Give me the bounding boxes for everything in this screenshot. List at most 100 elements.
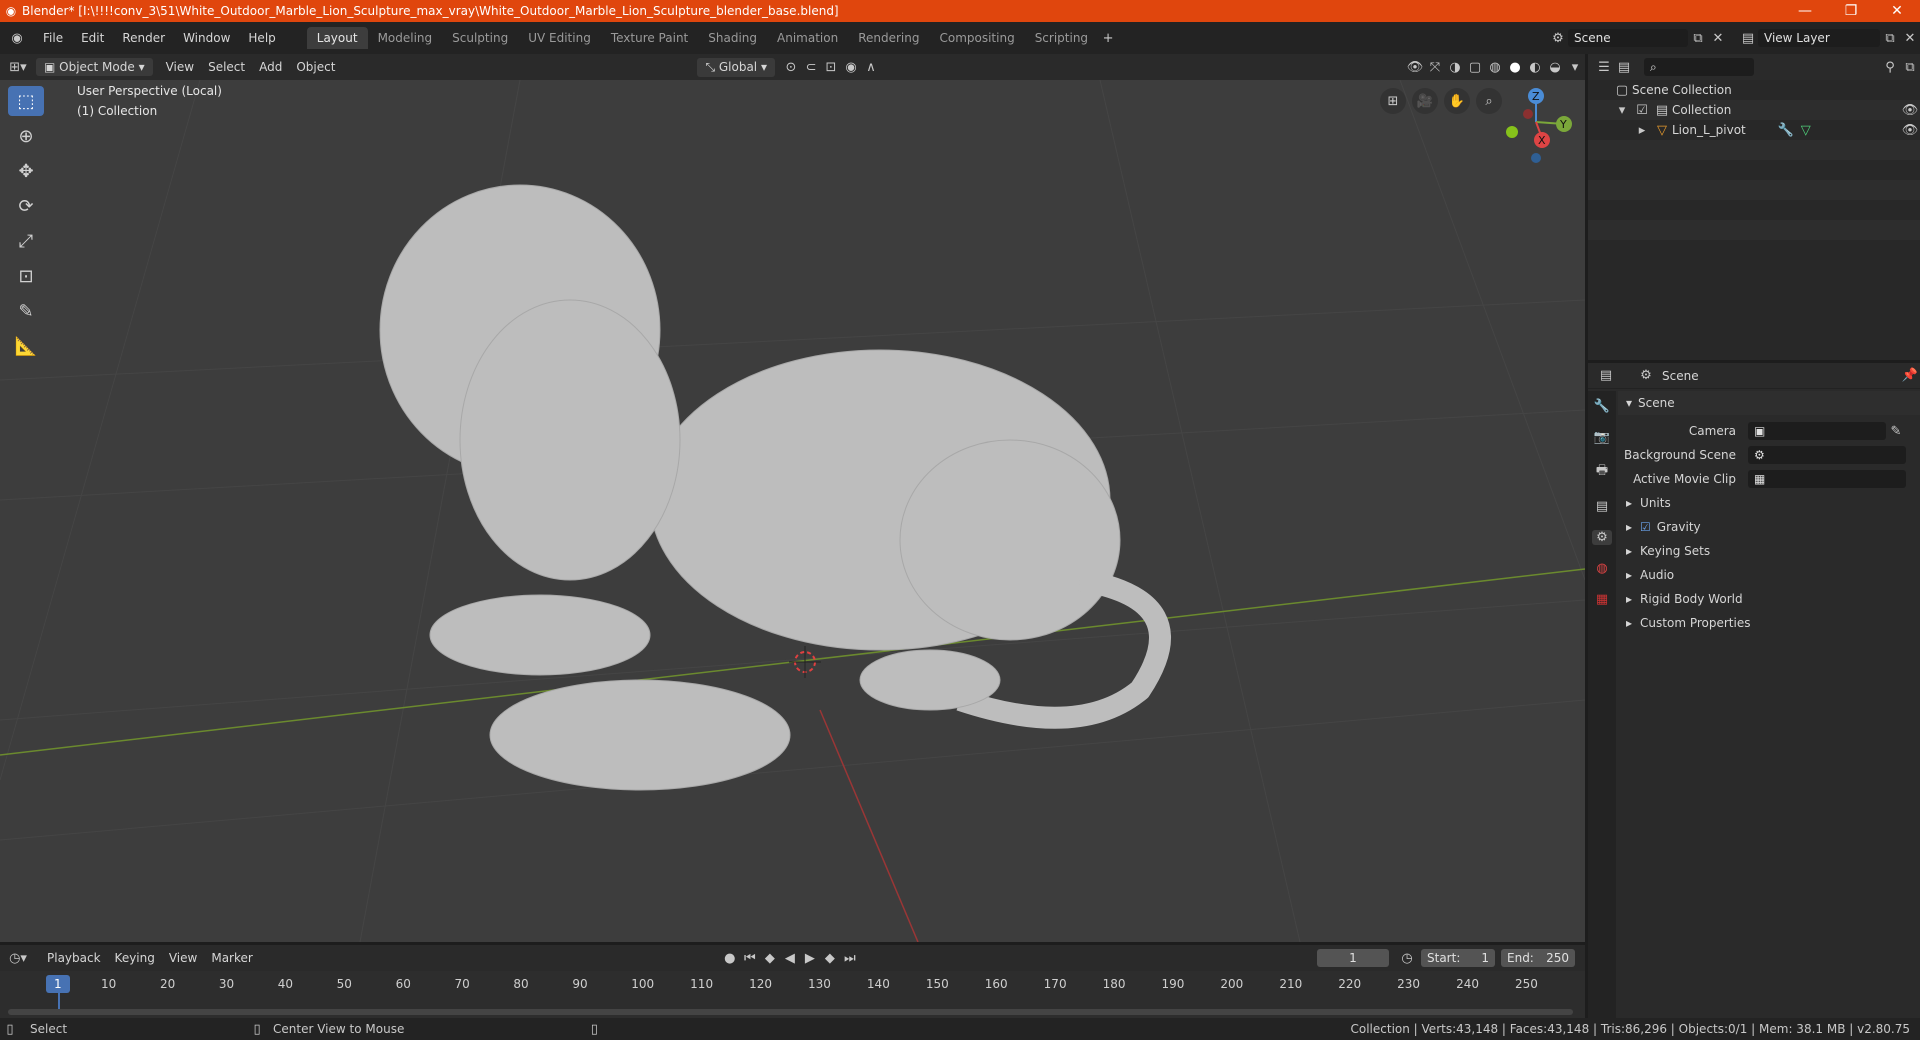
- menu-marker[interactable]: Marker: [204, 949, 259, 967]
- tool-tab-icon[interactable]: 🔧: [1592, 399, 1612, 414]
- gravity-checkbox-icon[interactable]: ☑: [1640, 520, 1651, 534]
- menu-timeline-view[interactable]: View: [162, 949, 204, 967]
- mode-dropdown[interactable]: ▣ Object Mode ▾: [36, 58, 153, 76]
- view-layer-browse-icon[interactable]: ▤: [1738, 31, 1758, 46]
- zoom-icon[interactable]: ⌕: [1476, 88, 1502, 114]
- outliner-search-input[interactable]: ⌕: [1644, 58, 1754, 76]
- keying-sets-panel[interactable]: ▸ Keying Sets: [1618, 539, 1920, 563]
- solid-shading-icon[interactable]: ●: [1505, 60, 1525, 75]
- timeline-scrollbar[interactable]: [8, 1009, 1573, 1015]
- scale-tool[interactable]: ⤢: [8, 226, 44, 256]
- jump-end-icon[interactable]: ⏭: [840, 951, 860, 966]
- menu-add[interactable]: Add: [252, 58, 289, 76]
- grid-view-icon[interactable]: ⊞: [1380, 88, 1406, 114]
- menu-view[interactable]: View: [159, 58, 201, 76]
- menu-render[interactable]: Render: [113, 31, 174, 45]
- minimize-button[interactable]: —: [1782, 3, 1828, 19]
- mesh-data-icon[interactable]: ▽: [1796, 123, 1816, 138]
- view-layer-tab-icon[interactable]: ▤: [1592, 499, 1612, 514]
- rotate-tool[interactable]: ⟳: [8, 191, 44, 221]
- render-tab-icon[interactable]: 📷: [1592, 430, 1612, 445]
- scene-browse-icon[interactable]: ⚙: [1548, 31, 1568, 46]
- timeline-ruler[interactable]: 1 10 20 30 40 50 60 70 80 90 100 110 120 130 140 150 160…: [0, 971, 1585, 1018]
- outliner-row-collection[interactable]: ▾ ☑ ▤ Collection 👁: [1588, 100, 1920, 120]
- tab-texture-paint[interactable]: Texture Paint: [601, 27, 698, 49]
- gravity-panel[interactable]: ▸ ☑ Gravity: [1618, 515, 1920, 539]
- orientation-dropdown[interactable]: ⤡ Global ▾: [697, 57, 775, 77]
- proportional-edit-icon[interactable]: ◉: [841, 60, 861, 75]
- tab-sculpting[interactable]: Sculpting: [442, 27, 518, 49]
- menu-playback[interactable]: Playback: [40, 949, 108, 967]
- menu-window[interactable]: Window: [174, 31, 239, 45]
- scene-panel-header[interactable]: ▾ Scene: [1618, 391, 1920, 415]
- shading-options-icon[interactable]: ▾: [1565, 60, 1585, 75]
- play-icon[interactable]: ▶: [800, 951, 820, 966]
- play-reverse-icon[interactable]: ◀: [780, 951, 800, 966]
- pan-hand-icon[interactable]: ✋: [1444, 88, 1470, 114]
- object-eye-icon[interactable]: 👁: [1900, 123, 1920, 138]
- blender-menu-icon[interactable]: ◉: [0, 31, 34, 46]
- display-mode-icon[interactable]: ▤: [1614, 60, 1634, 75]
- current-frame-field[interactable]: 1: [1317, 949, 1389, 967]
- snap-target-icon[interactable]: ⊡: [821, 60, 841, 75]
- tab-layout[interactable]: Layout: [306, 27, 368, 49]
- maximize-button[interactable]: ❐: [1828, 3, 1874, 19]
- cursor-tool[interactable]: ⊕: [8, 121, 44, 151]
- tab-rendering[interactable]: Rendering: [848, 27, 929, 49]
- select-box-tool[interactable]: ⬚: [8, 86, 44, 116]
- world-tab-icon[interactable]: ◍: [1592, 561, 1612, 576]
- editor-type-icon[interactable]: ⊞▾: [0, 60, 36, 75]
- timeline-editor-icon[interactable]: ◷▾: [8, 951, 28, 966]
- output-tab-icon[interactable]: 🖶: [1592, 461, 1612, 483]
- units-panel[interactable]: ▸ Units: [1618, 491, 1920, 515]
- gizmo-toggle-icon[interactable]: ⤧: [1425, 60, 1445, 75]
- menu-keying[interactable]: Keying: [108, 949, 162, 967]
- scene-tab-icon[interactable]: ⚙: [1592, 530, 1612, 545]
- menu-edit[interactable]: Edit: [72, 31, 113, 45]
- menu-object[interactable]: Object: [289, 58, 342, 76]
- pin-icon[interactable]: 📌: [1900, 368, 1920, 383]
- outliner-row-scene-collection[interactable]: ▢ Scene Collection: [1588, 80, 1920, 100]
- scene-new-icon[interactable]: ⧉: [1688, 31, 1708, 46]
- eyedropper-icon[interactable]: ✎: [1886, 424, 1906, 439]
- menu-file[interactable]: File: [34, 31, 72, 45]
- new-collection-icon[interactable]: ⧉: [1900, 60, 1920, 75]
- end-frame-field[interactable]: End: 250: [1501, 949, 1575, 967]
- xray-icon[interactable]: ▢: [1465, 60, 1485, 75]
- view-layer-remove-icon[interactable]: ✕: [1900, 31, 1920, 46]
- outliner-editor-icon[interactable]: ☰: [1594, 60, 1614, 75]
- next-key-icon[interactable]: ◆: [820, 951, 840, 966]
- navigation-gizmo[interactable]: Z Y X: [1500, 84, 1580, 164]
- visibility-icon[interactable]: 👁: [1405, 60, 1425, 75]
- expand-arrow-icon[interactable]: ▾: [1612, 103, 1632, 118]
- snap-icon[interactable]: ⊂: [801, 60, 821, 75]
- material-shading-icon[interactable]: ◐: [1525, 60, 1545, 75]
- tab-scripting[interactable]: Scripting: [1025, 27, 1098, 49]
- properties-editor-icon[interactable]: ▤: [1596, 368, 1616, 383]
- tab-animation[interactable]: Animation: [767, 27, 848, 49]
- preview-range-icon[interactable]: ◷: [1397, 951, 1417, 966]
- view-layer-field[interactable]: View Layer: [1758, 29, 1880, 47]
- move-tool[interactable]: ✥: [8, 156, 44, 186]
- tab-compositing[interactable]: Compositing: [929, 27, 1024, 49]
- menu-help[interactable]: Help: [239, 31, 284, 45]
- outliner-row-object[interactable]: ▸ ▽ Lion_L_pivot 🔧 ▽ 👁: [1588, 120, 1920, 140]
- collection-checkbox-icon[interactable]: ☑: [1632, 103, 1652, 118]
- filter-icon[interactable]: ⚲: [1880, 60, 1900, 75]
- rendered-shading-icon[interactable]: ◒: [1545, 60, 1565, 75]
- tab-uv-editing[interactable]: UV Editing: [518, 27, 601, 49]
- annotate-tool[interactable]: ✎: [8, 296, 44, 326]
- object-expand-icon[interactable]: ▸: [1632, 123, 1652, 138]
- overlay-toggle-icon[interactable]: ◑: [1445, 60, 1465, 75]
- measure-tool[interactable]: 📐: [8, 331, 44, 361]
- background-scene-field[interactable]: ⚙: [1748, 446, 1906, 464]
- modifier-wrench-icon[interactable]: 🔧: [1776, 123, 1796, 138]
- close-button[interactable]: ✕: [1874, 3, 1920, 19]
- scene-field[interactable]: Scene: [1568, 29, 1688, 47]
- 3d-viewport[interactable]: User Perspective (Local) (1) Collection …: [0, 80, 1585, 942]
- add-workspace-icon[interactable]: +: [1098, 31, 1118, 46]
- falloff-icon[interactable]: ∧: [861, 60, 881, 75]
- audio-panel[interactable]: ▸ Audio: [1618, 563, 1920, 587]
- wireframe-shading-icon[interactable]: ◍: [1485, 60, 1505, 75]
- texture-tab-icon[interactable]: ▦: [1592, 592, 1612, 607]
